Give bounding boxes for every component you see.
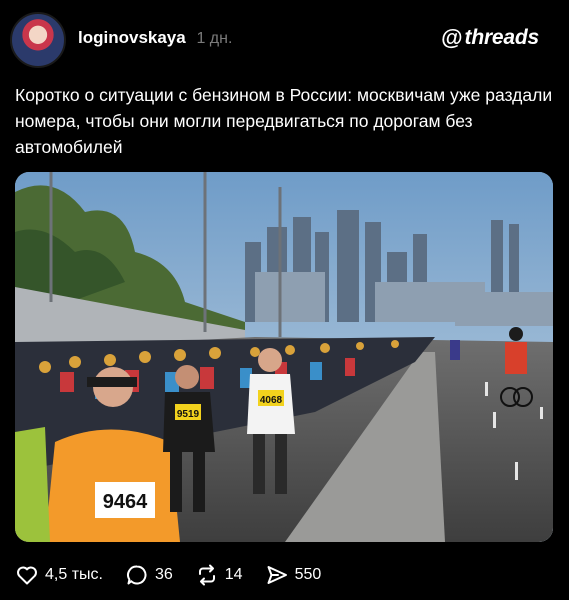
repost-count: 14 xyxy=(224,566,243,583)
heart-icon xyxy=(17,566,37,585)
brand-name: threads xyxy=(464,26,540,49)
bib-number-front: 9464 xyxy=(103,491,148,513)
repost-icon xyxy=(198,564,215,586)
repost-button[interactable]: 14 xyxy=(195,563,243,587)
send-icon xyxy=(267,566,287,584)
post-header: loginovskaya 1 дн. @ threads xyxy=(10,10,559,70)
comment-count: 36 xyxy=(154,566,173,583)
threads-logo: @ threads xyxy=(441,26,539,50)
post-time: 1 дн. xyxy=(196,30,233,47)
username[interactable]: loginovskaya xyxy=(78,28,186,47)
post-photo[interactable]: 9464 9519 4068 xyxy=(15,172,553,542)
avatar[interactable] xyxy=(10,12,66,68)
comment-icon xyxy=(127,565,147,585)
like-count: 4,5 тыс. xyxy=(45,566,103,583)
like-button[interactable]: 4,5 тыс. xyxy=(15,563,103,587)
threads-icon: @ xyxy=(441,25,463,50)
bib-number-black: 9519 xyxy=(177,409,200,420)
marathon-image: 9464 9519 4068 xyxy=(15,172,553,542)
bib-number-white: 4068 xyxy=(260,395,283,406)
comment-button[interactable]: 36 xyxy=(125,563,173,587)
share-button[interactable]: 550 xyxy=(265,563,322,587)
post-actions: 4,5 тыс. 36 14 550 xyxy=(15,560,343,590)
user-line: loginovskaya 1 дн. xyxy=(78,28,232,48)
post-text: Коротко о ситуации с бензином в России: … xyxy=(15,85,553,157)
share-count: 550 xyxy=(294,566,322,583)
